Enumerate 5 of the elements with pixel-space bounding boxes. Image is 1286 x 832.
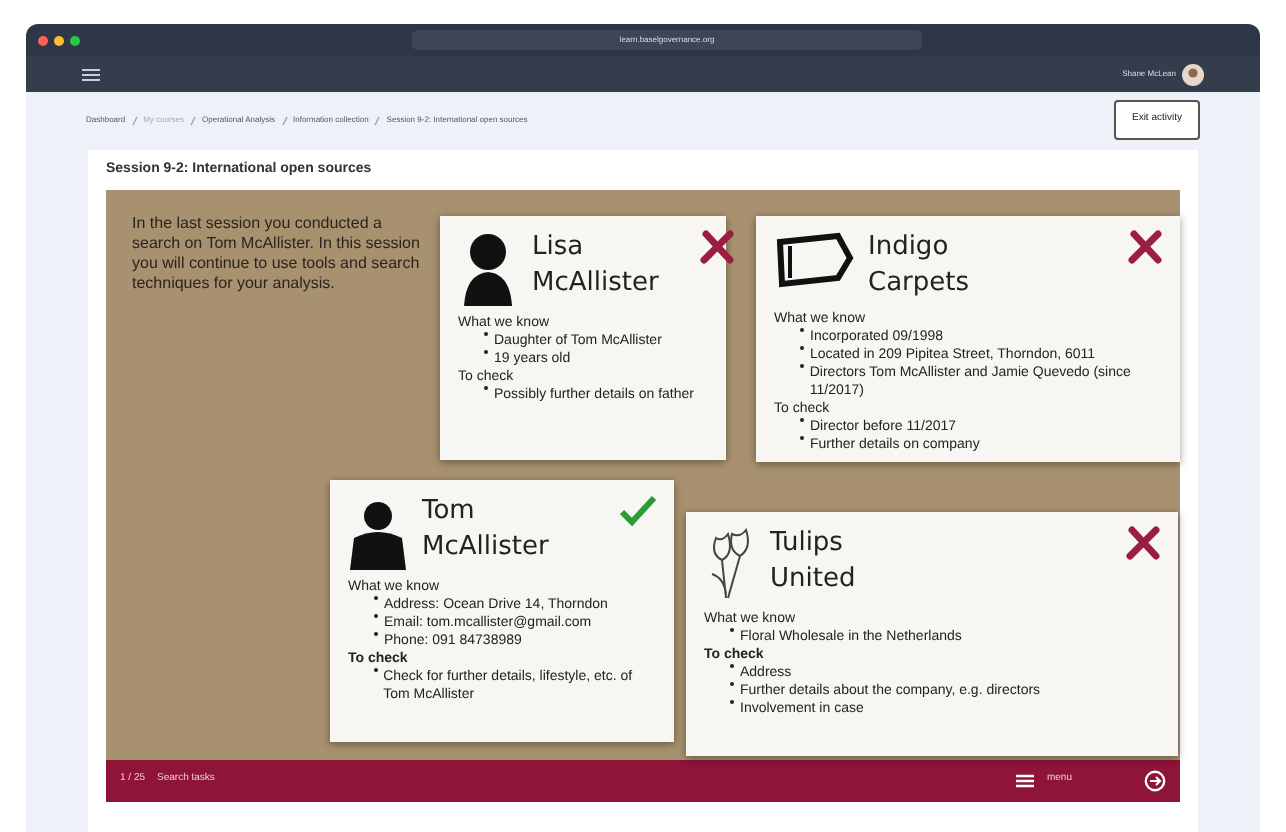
card-name: Tulips United: [770, 525, 858, 597]
card-name: Tom McAllister: [422, 493, 551, 565]
card-name: Indigo Carpets: [868, 229, 972, 301]
card-name: Lisa McAllister: [532, 229, 661, 301]
intro-text: In the last session you conducted a search on Tom McAllister. In this session you will continue to use tools and search techniques for your analysis.: [132, 213, 422, 293]
